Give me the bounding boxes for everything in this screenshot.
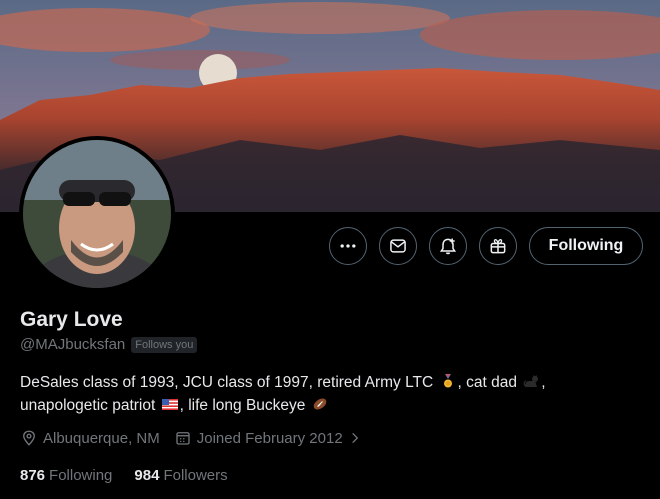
calendar-icon: [176, 432, 190, 445]
black-cat-icon: [523, 375, 539, 387]
following-button[interactable]: Following: [529, 227, 643, 265]
follows-you-badge: Follows you: [131, 336, 198, 353]
us-flag-icon: [161, 399, 178, 410]
chevron-right-icon: [351, 432, 358, 444]
handle-row: @MAJbucksfan Follows you: [20, 336, 198, 353]
subscribe-button[interactable]: [479, 227, 517, 265]
message-button[interactable]: [379, 227, 417, 265]
followers-count: 984: [134, 467, 160, 484]
more-button[interactable]: [329, 227, 367, 265]
join-date[interactable]: Joined February 2012: [174, 429, 362, 447]
user-handle: @MAJbucksfan: [20, 336, 126, 353]
message-icon: [390, 239, 406, 253]
location-text: Albuquerque, NM: [43, 429, 160, 447]
display-name: Gary Love: [20, 308, 123, 331]
follow-stats: 876 Following 984 Followers: [20, 467, 228, 484]
location-pin-icon: [23, 430, 35, 446]
football-icon: [313, 398, 327, 410]
following-count: 876: [20, 467, 46, 484]
following-stat[interactable]: 876 Following: [20, 467, 112, 484]
profile-meta: Albuquerque, NM Joined February 2012: [20, 429, 362, 447]
bio-text: DeSales class of 1993, JCU class of 1997…: [20, 374, 438, 391]
followers-label: Followers: [163, 467, 228, 484]
bio-text: unapologetic patriot: [20, 397, 160, 414]
bio-text: , life long Buckeye: [179, 397, 310, 414]
join-date-text: Joined February 2012: [196, 429, 343, 447]
following-label: Following: [49, 467, 113, 484]
notifications-button[interactable]: [429, 227, 467, 265]
profile-avatar[interactable]: [19, 136, 175, 292]
gift-icon: [490, 238, 506, 254]
bio-text: ,: [541, 374, 546, 391]
notification-bell-icon: [439, 238, 457, 255]
profile-bio: DeSales class of 1993, JCU class of 1997…: [20, 371, 640, 417]
military-medal-icon: [443, 374, 452, 388]
profile-actions: Following: [329, 227, 643, 265]
bio-text: , cat dad: [457, 374, 522, 391]
more-icon: [340, 244, 356, 248]
followers-stat[interactable]: 984 Followers: [134, 467, 227, 484]
location: Albuquerque, NM: [20, 429, 160, 447]
